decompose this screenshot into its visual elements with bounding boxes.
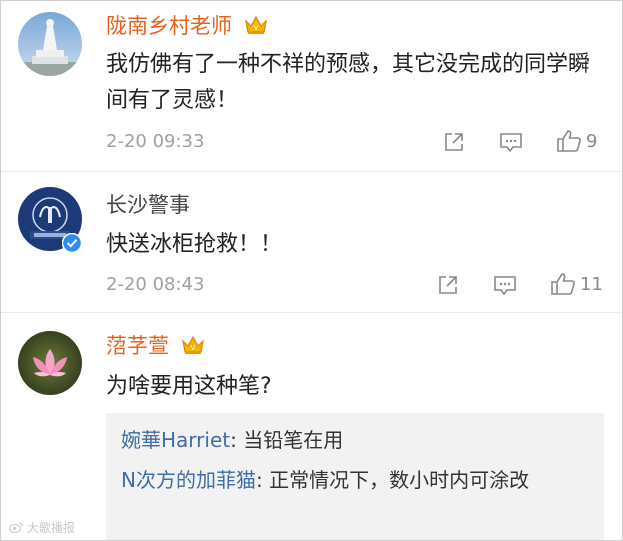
comment-icon [494,276,516,296]
weibo-logo-icon [9,522,23,533]
comment-text: 我仿佛有了一种不祥的预感，其它没完成的同学瞬间有了灵感！ [106,52,591,113]
comment-time: 2-20 09:33 [106,131,205,152]
reply-text: : 当铅笔在用 [230,428,344,452]
like-count: 11 [580,273,603,295]
share-button[interactable] [437,274,459,296]
svg-text:V: V [190,344,195,352]
like-button[interactable]: 9 [556,129,597,153]
share-icon [439,276,457,294]
username-label[interactable]: 陇南乡村老师 [106,14,232,38]
username[interactable]: 陇南乡村老师 V [106,13,268,39]
crown-icon: V [181,334,205,356]
comment-item: 长沙警事 快送冰柜抢救！！ 2-20 08:43 11 [1,171,622,312]
reply-username[interactable]: N次方的加菲猫 [121,468,256,492]
crown-icon: V [244,14,268,36]
share-button[interactable] [443,131,465,153]
thumbs-up-icon [557,130,581,152]
username-label[interactable]: 菬芓萱 [106,334,169,358]
reply-username[interactable]: 婉華Harriet [121,428,230,452]
share-icon [445,133,463,151]
comment-list: 陇南乡村老师 V 我仿佛有了一种不祥的预感，其它没完成的同学瞬间有了灵感！ 2-… [0,0,623,541]
comment-item: 菬芓萱 V 为啥要用这种笔? 婉華Harriet: 当铅笔在用 N次方的加菲猫:… [1,312,622,540]
verified-icon [62,233,82,253]
avatar[interactable] [18,331,82,395]
reply-thread[interactable]: 婉華Harriet: 当铅笔在用 N次方的加菲猫: 正常情况下，数小时内可涂改 [106,413,604,540]
comment-time: 2-20 08:43 [106,274,205,295]
watermark: 大歌播报 [9,519,75,536]
username[interactable]: 菬芓萱 V [106,333,205,359]
comment-text: 为啥要用这种笔? [106,374,272,399]
like-button[interactable]: 11 [550,272,603,296]
svg-text:V: V [253,24,258,32]
comment-icon [500,133,522,153]
thumbs-up-icon [551,273,575,295]
avatar[interactable] [18,12,82,76]
like-count: 9 [586,130,598,152]
username[interactable]: 长沙警事 [106,192,190,218]
comment-text: 快送冰柜抢救！！ [106,232,283,257]
watermark-label: 大歌播报 [26,521,75,535]
reply-button[interactable] [493,274,517,296]
reply-item[interactable]: N次方的加菲猫: 正常情况下，数小时内可涂改 [121,464,591,497]
reply-text: : 正常情况下，数小时内可涂改 [255,468,530,492]
reply-button[interactable] [499,131,523,153]
comment-item: 陇南乡村老师 V 我仿佛有了一种不祥的预感，其它没完成的同学瞬间有了灵感！ 2-… [1,1,622,171]
reply-item[interactable]: 婉華Harriet: 当铅笔在用 [121,424,591,457]
